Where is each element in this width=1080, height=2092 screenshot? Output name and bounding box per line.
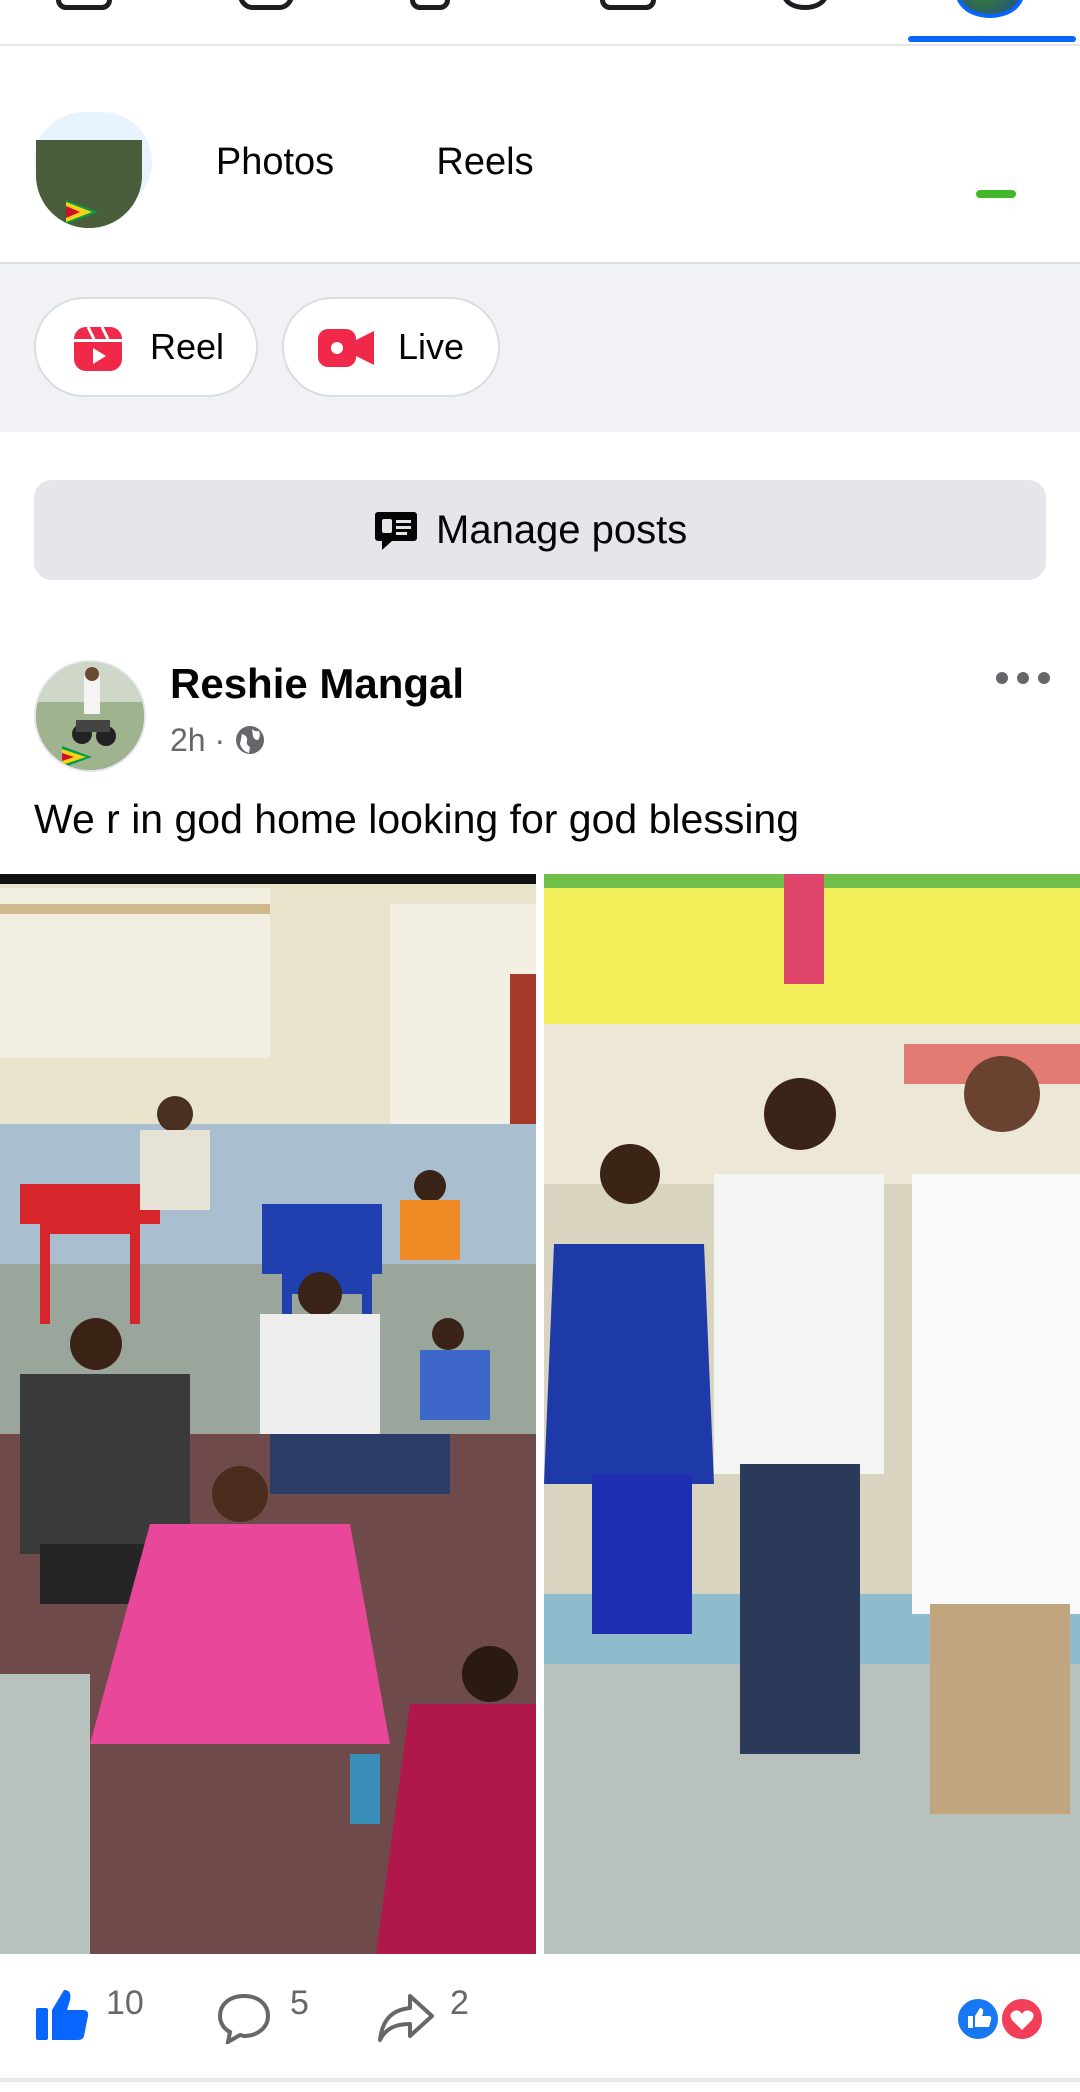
share-icon[interactable]	[376, 1992, 436, 2044]
post-time: 2h	[170, 722, 206, 758]
post-author-name[interactable]: Reshie Mangal	[170, 660, 464, 708]
separator-dot: ·	[214, 722, 235, 758]
comment-count: 5	[290, 1984, 309, 2022]
marketplace-icon[interactable]	[410, 0, 450, 10]
live-label: Live	[398, 326, 465, 367]
post-photo-1[interactable]	[0, 874, 536, 1954]
post-options-icon[interactable]	[996, 668, 1050, 693]
active-tab-indicator	[908, 36, 1076, 42]
post-message: We r in god home looking for god blessin…	[34, 796, 800, 842]
post-photo-2[interactable]	[544, 874, 1080, 1954]
groups-icon[interactable]	[600, 0, 656, 10]
tab-photos[interactable]: Photos	[190, 112, 360, 212]
comment-icon[interactable]	[216, 1992, 272, 2044]
manage-posts-label: Manage posts	[436, 508, 688, 552]
notifications-icon[interactable]	[782, 0, 828, 10]
composer-avatar[interactable]	[36, 140, 142, 228]
like-count: 10	[106, 1984, 144, 2022]
tab-reels[interactable]: Reels	[420, 112, 550, 212]
reel-label: Reel	[150, 326, 225, 367]
post-divider	[0, 2078, 1080, 2082]
top-navigation-bar	[0, 0, 1080, 46]
globe-icon	[236, 726, 265, 754]
manage-posts-icon	[375, 512, 417, 550]
content-filter-tabs: All Photos Reels	[0, 44, 1080, 212]
like-icon[interactable]	[34, 1986, 90, 2042]
live-video-icon	[318, 329, 374, 367]
profile-tab-avatar[interactable]	[956, 0, 1024, 18]
home-icon[interactable]	[56, 0, 112, 10]
online-indicator	[976, 190, 1016, 198]
author-avatar[interactable]	[34, 660, 146, 772]
post-timestamp[interactable]: 2h ·	[170, 722, 266, 759]
manage-posts-button[interactable]: Manage posts	[34, 480, 1046, 580]
share-count: 2	[450, 1984, 469, 2022]
create-reel-button[interactable]: Reel	[34, 297, 258, 397]
go-live-button[interactable]: Live	[282, 297, 500, 397]
reel-icon	[74, 326, 122, 371]
video-icon[interactable]	[238, 0, 294, 10]
reactions-summary[interactable]	[952, 1994, 1048, 2044]
